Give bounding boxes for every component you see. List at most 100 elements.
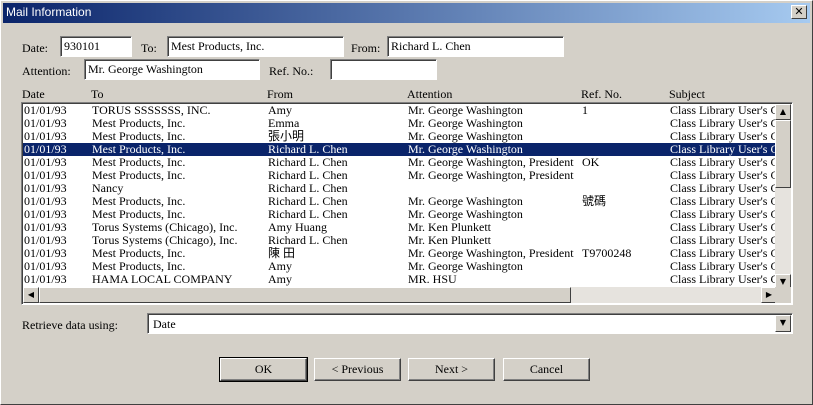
- row-from: Richard L. Chen: [268, 156, 348, 169]
- close-icon: ✕: [794, 5, 804, 18]
- horizontal-scroll-thumb[interactable]: [39, 287, 571, 303]
- row-date: 01/01/93: [24, 273, 67, 286]
- row-date: 01/01/93: [24, 195, 67, 208]
- row-attention: Mr. George Washington: [408, 260, 523, 273]
- from-field[interactable]: Richard L. Chen: [387, 36, 564, 57]
- table-row[interactable]: 01/01/93 Torus Systems (Chicago), Inc. Amy…: [23, 221, 777, 234]
- table-row[interactable]: 01/01/93 Mest Products, Inc. 陳 田 Mr. George…: [23, 247, 777, 260]
- row-to: Mest Products, Inc.: [92, 117, 186, 130]
- row-from: 陳 田: [268, 247, 296, 260]
- row-to: Mest Products, Inc.: [92, 169, 186, 182]
- mail-information-dialog: Mail Information ✕ Date: 930101 To: Mest…: [0, 0, 813, 405]
- previous-button[interactable]: < Previous: [314, 358, 401, 381]
- date-label: Date:: [22, 41, 48, 55]
- table-row[interactable]: 01/01/93 TORUS SSSSSSS, INC. Amy Mr. George…: [23, 104, 777, 117]
- scroll-left-button[interactable]: ◀: [23, 287, 39, 303]
- row-to: HAMA LOCAL COMPANY: [92, 273, 233, 286]
- date-field[interactable]: 930101: [60, 36, 132, 57]
- mail-list[interactable]: 01/01/93 TORUS SSSSSSS, INC. Amy Mr. George…: [21, 102, 793, 305]
- row-subject: Class Library User's G: [670, 156, 777, 169]
- row-attention: Mr. George Washington, President: [408, 169, 574, 182]
- table-row-selected[interactable]: 01/01/93 Mest Products, Inc. Richard L. Ch…: [23, 143, 777, 156]
- horizontal-scrollbar[interactable]: ◀ ▶: [23, 287, 777, 303]
- row-to: Mest Products, Inc.: [92, 260, 186, 273]
- close-button[interactable]: ✕: [791, 5, 807, 19]
- row-date: 01/01/93: [24, 247, 67, 260]
- row-date: 01/01/93: [24, 130, 67, 143]
- row-refno: 1: [582, 104, 588, 117]
- row-subject: Class Library User's G: [670, 117, 777, 130]
- row-attention: Mr. George Washington: [408, 143, 523, 156]
- row-from: Amy: [268, 104, 292, 117]
- row-from: Emma: [268, 117, 300, 130]
- vertical-scroll-thumb[interactable]: [775, 120, 791, 188]
- to-label: To:: [141, 41, 157, 55]
- row-from: Richard L. Chen: [268, 169, 348, 182]
- mail-list-rows: 01/01/93 TORUS SSSSSSS, INC. Amy Mr. George…: [23, 104, 777, 290]
- retrieve-select[interactable]: Date ▼: [147, 313, 793, 334]
- row-to: Mest Products, Inc.: [92, 195, 186, 208]
- table-row[interactable]: 01/01/93 Mest Products, Inc. Amy Mr. George…: [23, 260, 777, 273]
- table-row[interactable]: 01/01/93 Mest Products, Inc. Richard L. Ch…: [23, 208, 777, 221]
- arrow-down-icon: ▼: [779, 277, 787, 286]
- arrow-up-icon: ▲: [779, 107, 787, 116]
- row-attention: Mr. George Washington: [408, 117, 523, 130]
- row-subject: Class Library User's G: [670, 195, 777, 208]
- row-to: Mest Products, Inc.: [92, 130, 186, 143]
- row-subject: Class Library User's G: [670, 234, 777, 247]
- row-refno: OK: [582, 156, 600, 169]
- to-field[interactable]: Mest Products, Inc.: [167, 36, 344, 57]
- row-refno: T9700248: [582, 247, 632, 260]
- row-from: Richard L. Chen: [268, 143, 348, 156]
- next-button[interactable]: Next >: [408, 358, 495, 381]
- row-to: TORUS SSSSSSS, INC.: [92, 104, 211, 117]
- row-subject: Class Library User's G: [670, 169, 777, 182]
- row-subject: Class Library User's G: [670, 130, 777, 143]
- table-row[interactable]: 01/01/93 Mest Products, Inc. Richard L. Ch…: [23, 169, 777, 182]
- ok-button[interactable]: OK: [219, 357, 308, 382]
- row-to: Torus Systems (Chicago), Inc.: [92, 221, 238, 234]
- table-row[interactable]: 01/01/93 Mest Products, Inc. Richard L. Ch…: [23, 195, 777, 208]
- from-label: From:: [351, 41, 381, 55]
- column-header-to: To: [91, 87, 104, 101]
- refno-label: Ref. No.:: [269, 64, 314, 78]
- arrow-right-icon: ▶: [765, 290, 773, 299]
- row-to: Mest Products, Inc.: [92, 208, 186, 221]
- row-from: 張小明: [268, 130, 305, 143]
- row-to: Torus Systems (Chicago), Inc.: [92, 234, 238, 247]
- table-row[interactable]: 01/01/93 Mest Products, Inc. Richard L. Ch…: [23, 156, 777, 169]
- row-subject: Class Library User's G: [670, 260, 777, 273]
- row-from: Richard L. Chen: [268, 195, 348, 208]
- refno-field[interactable]: [330, 59, 437, 80]
- row-from: Amy: [268, 273, 292, 286]
- row-from: Richard L. Chen: [268, 234, 348, 247]
- row-date: 01/01/93: [24, 104, 67, 117]
- window-title: Mail Information: [6, 5, 92, 19]
- retrieve-dropdown-button[interactable]: ▼: [775, 315, 791, 332]
- cancel-button[interactable]: Cancel: [503, 358, 590, 381]
- title-bar: Mail Information ✕: [3, 3, 810, 23]
- row-to: Mest Products, Inc.: [92, 143, 186, 156]
- row-date: 01/01/93: [24, 117, 67, 130]
- row-to: Nancy: [92, 182, 124, 195]
- table-row[interactable]: 01/01/93 Nancy Richard L. Chen Class Librar…: [23, 182, 777, 195]
- table-row[interactable]: 01/01/93 Mest Products, Inc. Emma Mr. Georg…: [23, 117, 777, 130]
- arrow-left-icon: ◀: [27, 290, 35, 299]
- row-from: Richard L. Chen: [268, 182, 348, 195]
- attention-field[interactable]: Mr. George Washington: [84, 59, 260, 80]
- table-row[interactable]: 01/01/93 Torus Systems (Chicago), Inc. Ric…: [23, 234, 777, 247]
- row-subject: Class Library User's G: [670, 221, 777, 234]
- row-subject: Class Library User's G: [670, 182, 777, 195]
- row-subject: Class Library User's G: [670, 208, 777, 221]
- scroll-up-button[interactable]: ▲: [775, 104, 791, 120]
- table-row[interactable]: 01/01/93 HAMA LOCAL COMPANY Amy MR. HSU Clas…: [23, 273, 777, 286]
- row-from: Richard L. Chen: [268, 208, 348, 221]
- column-header-refno: Ref. No.: [581, 87, 622, 101]
- column-header-subject: Subject: [669, 87, 705, 101]
- vertical-scrollbar[interactable]: ▲ ▼: [775, 104, 791, 290]
- row-date: 01/01/93: [24, 221, 67, 234]
- table-row[interactable]: 01/01/93 Mest Products, Inc. 張小明 Mr. George…: [23, 130, 777, 143]
- row-attention: Mr. George Washington, President: [408, 156, 574, 169]
- row-date: 01/01/93: [24, 234, 67, 247]
- column-header-date: Date: [22, 87, 45, 101]
